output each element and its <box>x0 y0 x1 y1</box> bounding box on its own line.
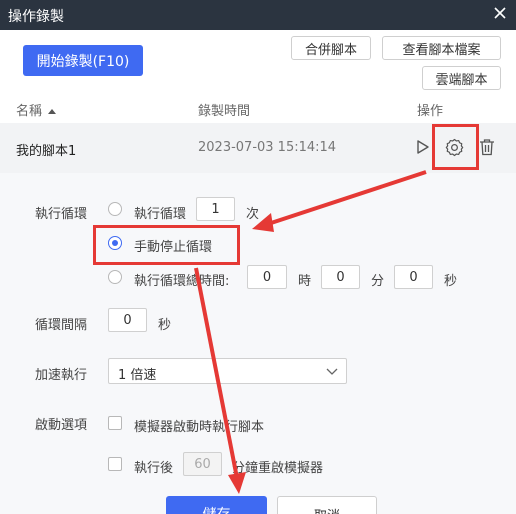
run-on-start-label: 模擬器啟動時執行腳本 <box>134 420 265 435</box>
speed-select-value: 1 倍速 <box>118 368 157 383</box>
cancel-button[interactable]: 取消 <box>277 496 377 514</box>
table-header: 名稱 錄製時間 操作 <box>0 96 516 122</box>
hours-input[interactable]: 0 <box>247 265 287 289</box>
manual-stop-highlight-box <box>93 225 240 265</box>
column-name-label: 名稱 <box>16 104 43 119</box>
restart-after-input[interactable]: 60 <box>183 452 222 476</box>
loop-count-input[interactable]: 1 <box>196 197 235 221</box>
merge-scripts-button[interactable]: 合併腳本 <box>291 36 371 60</box>
startup-label: 啟動選項 <box>35 418 88 433</box>
speed-label: 加速執行 <box>35 368 88 383</box>
run-on-start-checkbox[interactable] <box>108 416 122 430</box>
seconds-unit: 秒 <box>444 274 458 289</box>
script-name: 我的腳本1 <box>16 144 77 159</box>
column-action: 操作 <box>417 104 444 119</box>
loop-count-radio[interactable] <box>108 202 122 216</box>
window-title: 操作錄製 <box>8 9 64 25</box>
close-icon[interactable] <box>492 5 508 21</box>
loop-count-label: 執行循環 <box>134 207 187 222</box>
cloud-scripts-button[interactable]: 雲端腳本 <box>422 66 501 90</box>
save-button[interactable]: 儲存 <box>166 496 267 514</box>
minutes-input[interactable]: 0 <box>321 265 360 289</box>
column-name[interactable]: 名稱 <box>16 100 57 119</box>
speed-select[interactable]: 1 倍速 <box>108 358 347 384</box>
sort-up-icon <box>48 109 57 114</box>
restart-after-suffix: 分鐘重啟模擬器 <box>232 461 324 476</box>
column-time: 錄製時間 <box>198 104 251 119</box>
script-settings-panel: 執行循環 執行循環 1 次 手動停止循環 執行循環總時間: 0 時 0 分 0 … <box>0 173 516 514</box>
script-time: 2023-07-03 15:14:14 <box>198 140 337 155</box>
view-archive-button[interactable]: 查看腳本檔案 <box>382 36 501 60</box>
play-icon[interactable] <box>416 139 430 155</box>
hours-unit: 時 <box>298 274 312 289</box>
seconds-input[interactable]: 0 <box>394 265 433 289</box>
restart-after-checkbox[interactable] <box>108 457 122 471</box>
loop-duration-label: 執行循環總時間: <box>134 274 230 289</box>
interval-unit: 秒 <box>158 318 172 333</box>
loop-label: 執行循環 <box>35 207 88 222</box>
interval-input[interactable]: 0 <box>108 308 147 332</box>
gear-highlight-box <box>432 124 479 170</box>
trash-icon[interactable] <box>479 138 495 156</box>
toolbar: 開始錄製(F10) 合併腳本 查看腳本檔案 雲端腳本 <box>0 30 516 90</box>
start-recording-button[interactable]: 開始錄製(F10) <box>23 45 143 76</box>
chevron-down-icon <box>326 368 338 375</box>
interval-label: 循環間隔 <box>35 318 88 333</box>
title-bar: 操作錄製 <box>0 0 516 30</box>
loop-count-unit: 次 <box>246 207 260 222</box>
minutes-unit: 分 <box>371 274 385 289</box>
loop-duration-radio[interactable] <box>108 270 122 284</box>
restart-after-prefix: 執行後 <box>134 461 174 476</box>
